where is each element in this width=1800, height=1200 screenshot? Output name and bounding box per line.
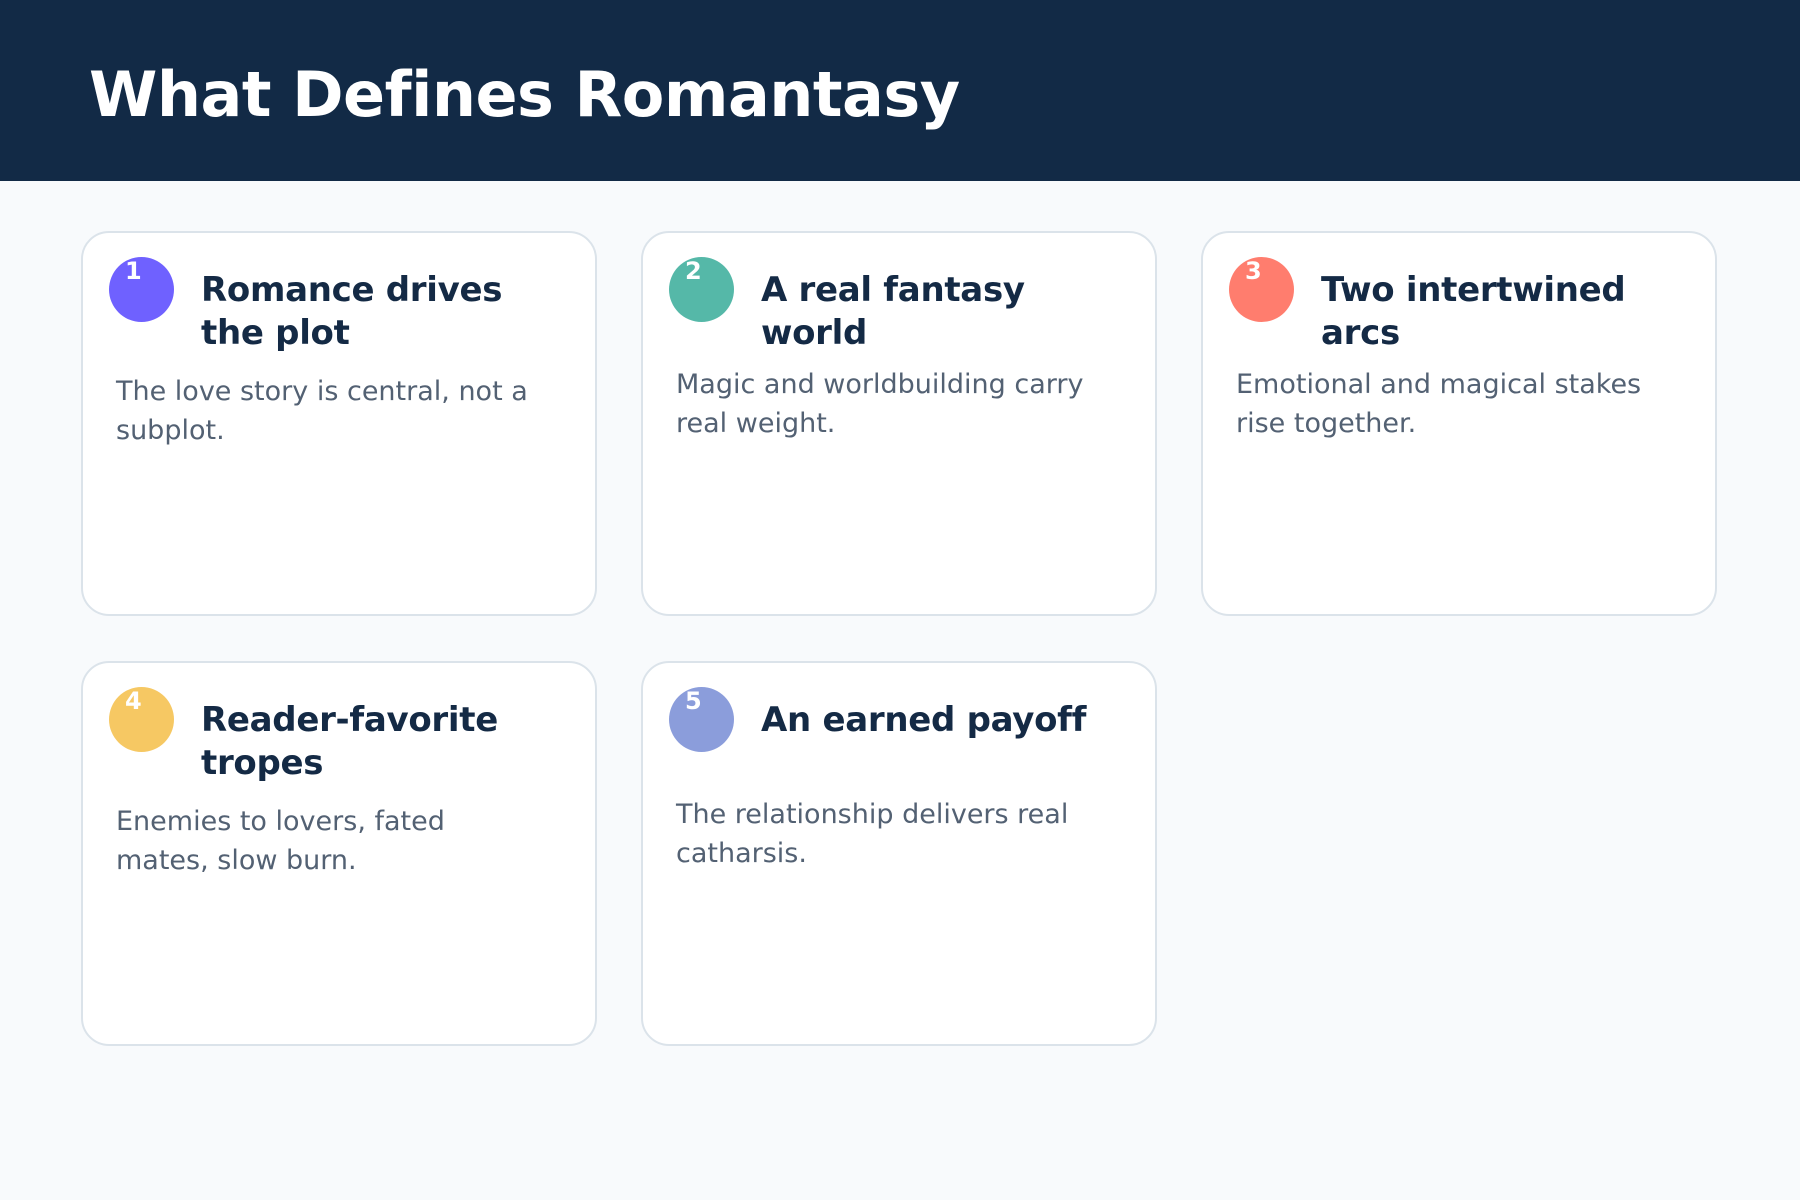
- card-description: Emotional and magical stakes rise togeth…: [1236, 369, 1642, 439]
- card-reader-favorite-tropes: 4 Reader-favorite tropes Enemies to love…: [81, 661, 597, 1046]
- badge-number: 1: [125, 257, 142, 285]
- card-two-intertwined-arcs: 3 Two intertwined arcs Emotional and mag…: [1201, 231, 1717, 616]
- page-header: What Defines Romantasy: [0, 0, 1800, 181]
- card-title: Reader-favorite tropes: [201, 700, 498, 783]
- number-badge: 4: [109, 687, 174, 752]
- card-title: An earned payoff: [761, 700, 1087, 740]
- card-title: Romance drives the plot: [201, 270, 503, 353]
- card-earned-payoff: 5 An earned payoff The relationship deli…: [641, 661, 1157, 1046]
- number-badge: 1: [109, 257, 174, 322]
- page-title: What Defines Romantasy: [89, 58, 960, 131]
- badge-number: 3: [1245, 257, 1262, 285]
- card-description: Magic and worldbuilding carry real weigh…: [676, 369, 1084, 439]
- card-title: A real fantasy world: [761, 270, 1025, 353]
- card-description: Enemies to lovers, fated mates, slow bur…: [116, 806, 445, 876]
- number-badge: 2: [669, 257, 734, 322]
- card-description: The love story is central, not a subplot…: [116, 376, 528, 446]
- badge-number: 5: [685, 687, 702, 715]
- number-badge: 3: [1229, 257, 1294, 322]
- card-romance-drives-plot: 1 Romance drives the plot The love story…: [81, 231, 597, 616]
- badge-number: 2: [685, 257, 702, 285]
- number-badge: 5: [669, 687, 734, 752]
- card-real-fantasy-world: 2 A real fantasy world Magic and worldbu…: [641, 231, 1157, 616]
- card-description: The relationship delivers real catharsis…: [676, 799, 1069, 869]
- card-title: Two intertwined arcs: [1321, 270, 1626, 353]
- badge-number: 4: [125, 687, 142, 715]
